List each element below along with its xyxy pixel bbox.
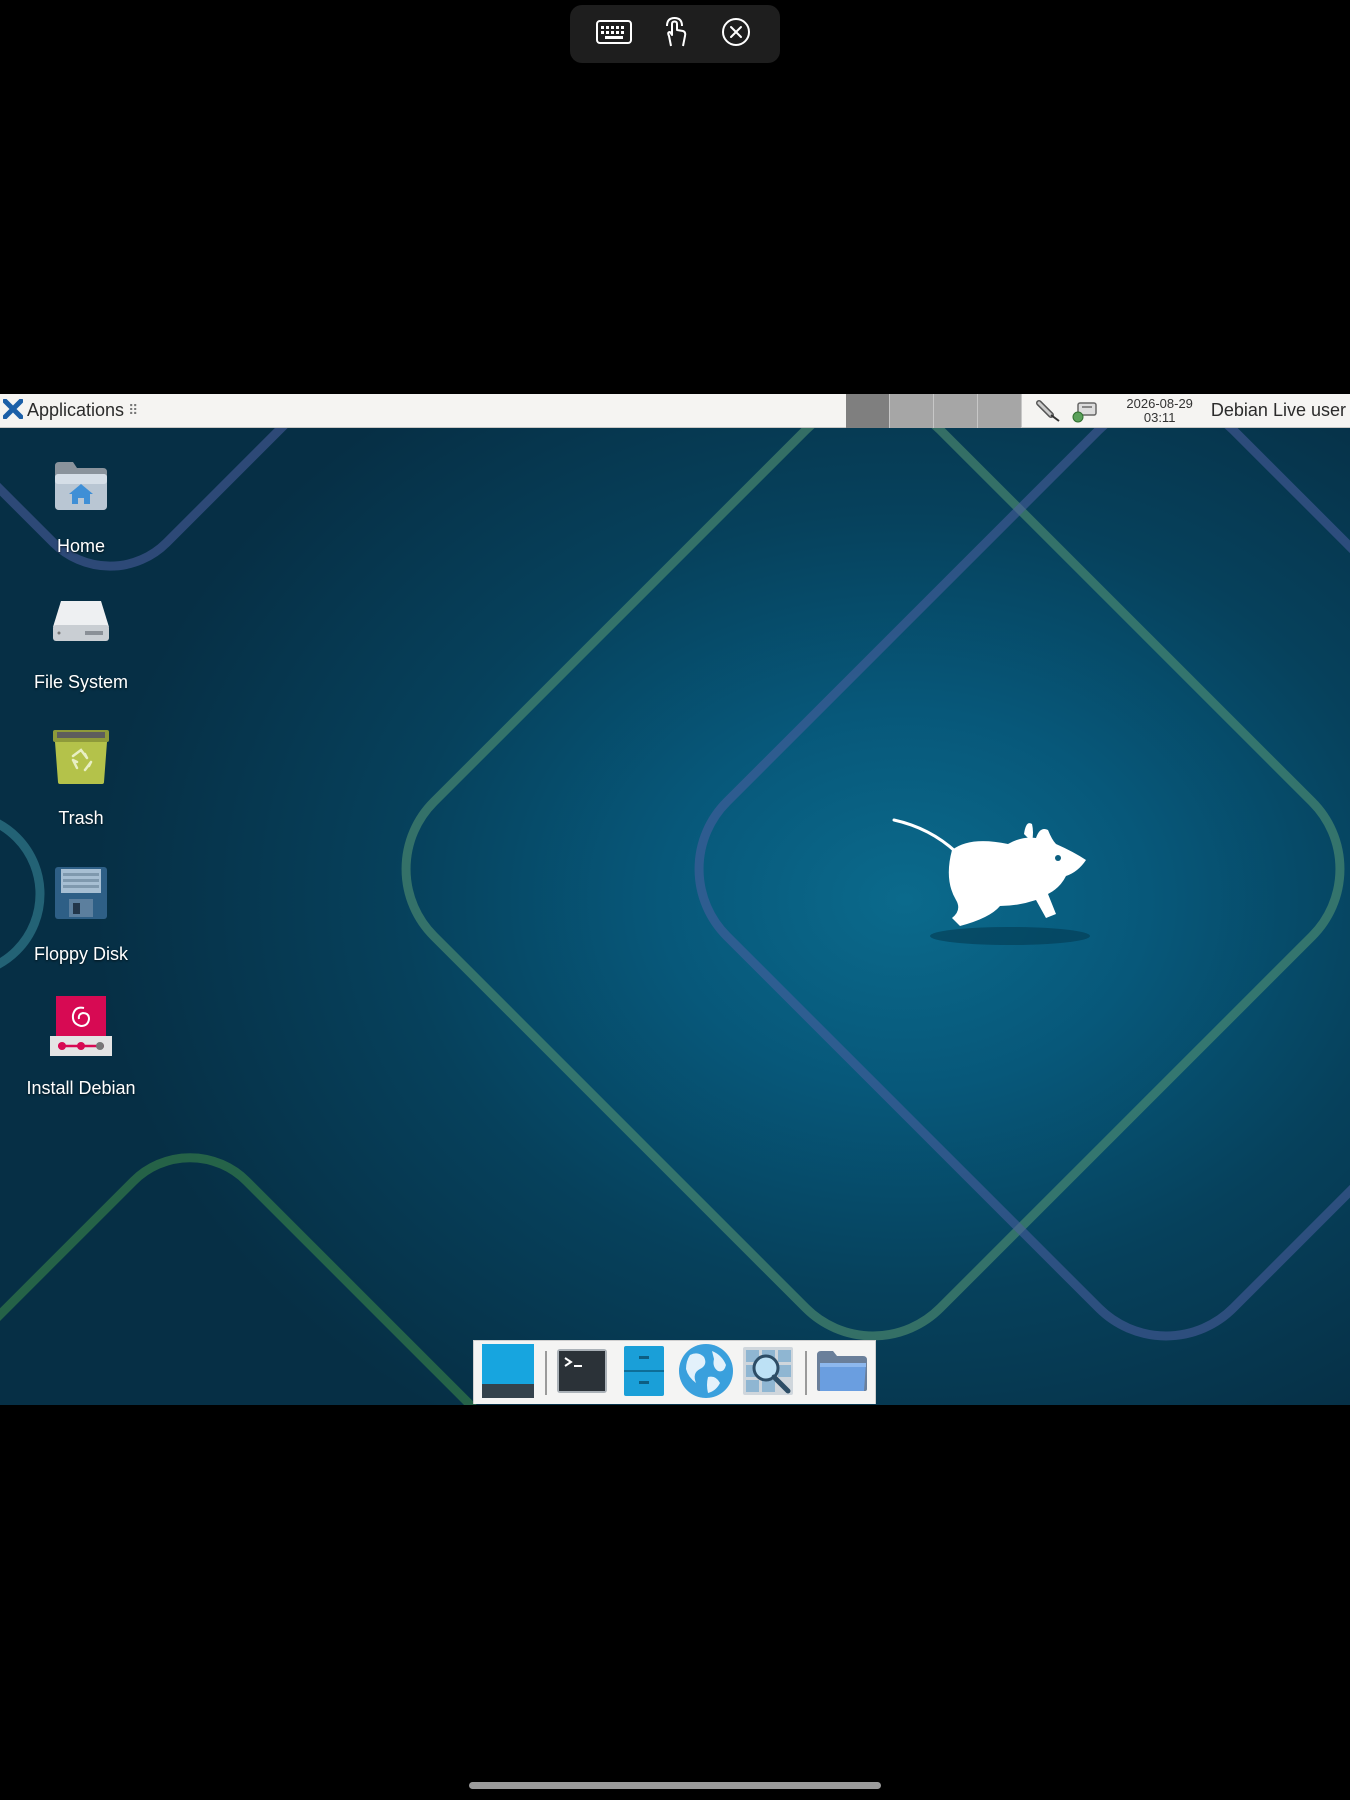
- home-folder-icon: [46, 450, 116, 520]
- file-manager-launcher[interactable]: [615, 1343, 673, 1403]
- folder-icon: [815, 1349, 869, 1397]
- floppy-disk-icon: [46, 858, 116, 928]
- panel-clock[interactable]: 2026-08-29 03:11: [1126, 394, 1193, 428]
- workspace-1[interactable]: [846, 394, 891, 428]
- remote-viewer-toolbar: [570, 5, 780, 63]
- desktop-icon-trash[interactable]: Trash: [6, 722, 156, 829]
- desktop-icon-floppy-disk[interactable]: Floppy Disk: [6, 858, 156, 965]
- touch-mode-button[interactable]: [653, 12, 697, 56]
- terminal-icon: [556, 1348, 608, 1398]
- desktop-icon-home[interactable]: Home: [6, 450, 156, 557]
- user-menu-label[interactable]: Debian Live user: [1211, 400, 1346, 421]
- web-browser-icon: [678, 1343, 734, 1403]
- debian-installer-icon: [46, 992, 116, 1062]
- xfce-logo-icon: [2, 398, 24, 423]
- folder-launcher[interactable]: [813, 1343, 871, 1403]
- network-icon[interactable]: [1070, 397, 1100, 425]
- close-circle-icon: [721, 17, 751, 51]
- usb-icon[interactable]: [1034, 397, 1064, 425]
- desktop-icon-label: Trash: [58, 808, 104, 828]
- desktop-icon-label: Floppy Disk: [33, 944, 129, 964]
- workspace-4[interactable]: [978, 394, 1023, 428]
- close-viewer-button[interactable]: [714, 12, 758, 56]
- touch-gesture-icon: [659, 16, 691, 52]
- workspace-switcher: [846, 394, 1023, 428]
- desktop-icon-file-system[interactable]: File System: [6, 586, 156, 693]
- desktop-icon-label: Install Debian: [26, 1078, 136, 1098]
- app-finder-launcher[interactable]: [739, 1343, 797, 1403]
- dock-separator: [545, 1350, 547, 1395]
- keyboard-button[interactable]: [592, 12, 636, 56]
- keyboard-icon: [596, 20, 633, 48]
- bottom-dock: [473, 1340, 876, 1404]
- top-panel: Applications ⠿ 2026-08-29 03:11 Debian L…: [0, 394, 1350, 428]
- applications-menu-button[interactable]: Applications ⠿: [0, 394, 138, 428]
- app-finder-icon: [742, 1346, 794, 1400]
- trash-icon: [46, 722, 116, 792]
- file-manager-icon: [623, 1345, 665, 1401]
- desktop-icon-label: File System: [33, 672, 129, 692]
- show-desktop-button[interactable]: [479, 1343, 537, 1403]
- hard-drive-icon: [46, 586, 116, 656]
- clock-date: 2026-08-29: [1126, 395, 1193, 411]
- system-tray: [1022, 394, 1100, 428]
- xfce-mouse-logo: [892, 818, 1090, 945]
- remote-desktop[interactable]: Applications ⠿ 2026-08-29 03:11 Debian L…: [0, 394, 1350, 1405]
- show-desktop-icon: [481, 1343, 535, 1403]
- wallpaper-pattern: [0, 394, 1350, 1405]
- workspace-3[interactable]: [934, 394, 979, 428]
- dock-separator: [805, 1350, 807, 1395]
- clock-time: 03:11: [1143, 409, 1176, 425]
- panel-handle-icon: ⠿: [128, 402, 139, 419]
- desktop-icon-label: Home: [56, 536, 105, 556]
- home-indicator-bar[interactable]: [469, 1782, 881, 1789]
- terminal-launcher[interactable]: [553, 1343, 611, 1403]
- workspace-2[interactable]: [890, 394, 935, 428]
- desktop-icon-install-debian[interactable]: Install Debian: [6, 992, 156, 1099]
- applications-label: Applications: [27, 400, 125, 420]
- web-browser-launcher[interactable]: [677, 1343, 735, 1403]
